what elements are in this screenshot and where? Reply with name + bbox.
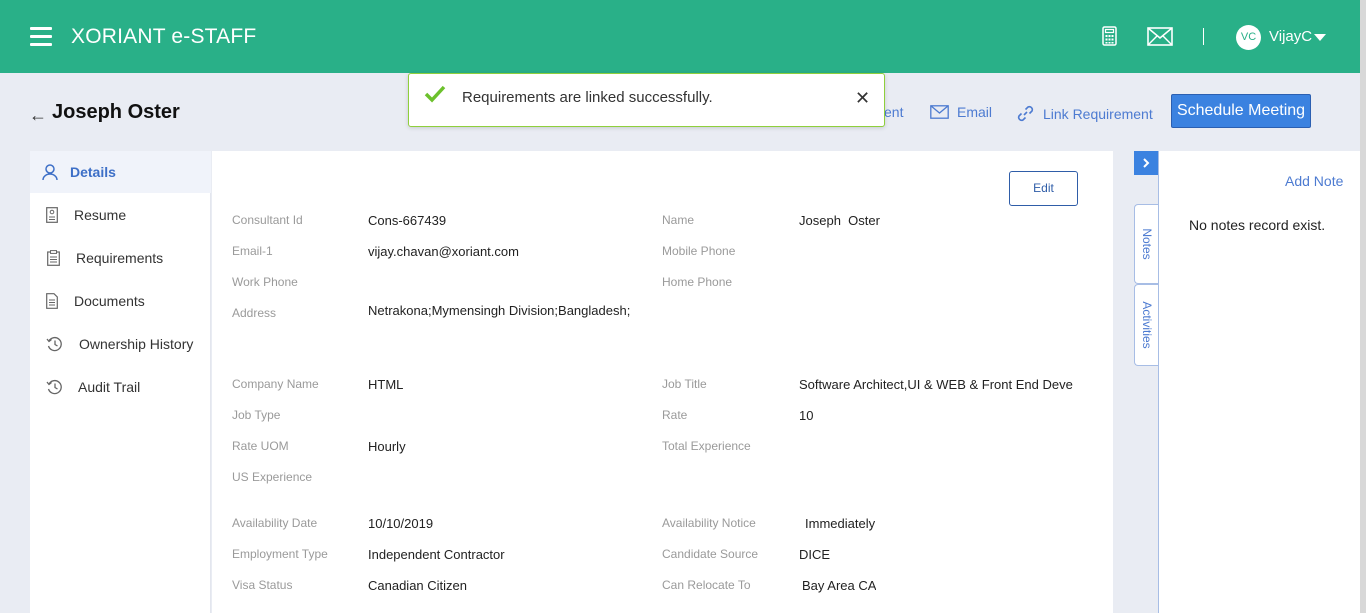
details-panel: Edit Consultant Id Cons-667439 Name Jose… (212, 151, 1113, 613)
menu-icon[interactable] (30, 27, 52, 47)
field-label: US Experience (232, 470, 313, 484)
app-header: XORIANT e-STAFF VC VijayC (0, 0, 1360, 73)
field-value: Netrakona;Mymensingh Division;Bangladesh… (368, 303, 631, 318)
user-icon (42, 163, 58, 180)
field-value: Bay Area CA (802, 578, 877, 593)
sidebar-item-details[interactable]: Details (30, 151, 211, 193)
sidebar-item-ownership-history[interactable]: Ownership History (30, 323, 211, 365)
chevron-down-icon[interactable] (1314, 34, 1326, 41)
field-value: Hourly (368, 439, 406, 454)
email-button[interactable]: Email (930, 104, 992, 120)
field-label: Address (232, 306, 277, 320)
field-label: Email-1 (232, 244, 273, 258)
success-toast: Requirements are linked successfully. ✕ (408, 73, 885, 127)
close-icon[interactable]: ✕ (855, 88, 870, 109)
resume-icon (46, 207, 58, 223)
field-value: 10 (799, 408, 814, 423)
partial-action-link[interactable]: ent (884, 104, 903, 120)
field-value: Immediately (805, 516, 876, 531)
field-label: Mobile Phone (662, 244, 736, 258)
sidebar-item-resume[interactable]: Resume (30, 194, 211, 236)
field-label: Company Name (232, 377, 319, 391)
field-label: Work Phone (232, 275, 298, 289)
scrollbar[interactable] (1360, 0, 1366, 613)
history-icon (45, 379, 62, 395)
calculator-icon[interactable] (1102, 26, 1118, 46)
tab-notes-label: Notes (1140, 228, 1154, 260)
field-value: Joseph Oster (799, 213, 880, 228)
empty-notes-message: No notes record exist. (1189, 217, 1326, 233)
field-label: Visa Status (232, 578, 293, 592)
sidebar-item-label: Audit Trail (78, 379, 141, 395)
field-label: Rate UOM (232, 439, 289, 453)
partial-action-label: ent (884, 104, 904, 120)
tab-activities[interactable]: Activities (1134, 284, 1159, 366)
page-title: Joseph Oster (52, 101, 180, 123)
username[interactable]: VijayC (1269, 28, 1312, 45)
field-label: Consultant Id (232, 213, 303, 227)
header-divider (1203, 28, 1204, 45)
add-note-link[interactable]: Add Note (1285, 173, 1343, 189)
field-value: Cons-667439 (368, 213, 447, 228)
notes-panel: Add Note No notes record exist. (1158, 151, 1360, 613)
field-value: vijay.chavan@xoriant.com (368, 244, 519, 259)
avatar[interactable]: VC (1236, 25, 1261, 50)
schedule-meeting-button[interactable]: Schedule Meeting (1171, 94, 1311, 128)
field-value: DICE (799, 547, 831, 562)
link-requirement-label: Link Requirement (1043, 105, 1153, 122)
field-label: Can Relocate To (662, 578, 751, 592)
field-label: Employment Type (232, 547, 328, 561)
sidebar-item-label: Resume (74, 207, 127, 223)
sidebar-item-requirements[interactable]: Requirements (30, 237, 211, 279)
field-label: Job Title (662, 377, 707, 391)
envelope-icon (930, 105, 949, 119)
sidebar-item-label: Documents (74, 293, 145, 309)
field-label: Availability Notice (662, 516, 756, 530)
field-label: Total Experience (662, 439, 751, 453)
collapse-panel-button[interactable] (1134, 151, 1158, 175)
history-icon (46, 336, 62, 352)
arrow-left-icon[interactable]: ← (29, 105, 47, 126)
field-label: Candidate Source (662, 547, 759, 561)
sidebar-item-label: Details (70, 164, 116, 180)
field-value: Independent Contractor (368, 547, 505, 562)
field-label: Job Type (232, 408, 281, 422)
field-value: HTML (368, 377, 404, 392)
chevron-right-icon (1143, 158, 1150, 168)
link-requirement-button[interactable]: Link Requirement (1016, 104, 1153, 123)
clipboard-icon (46, 250, 60, 266)
sidebar-item-label: Ownership History (79, 336, 194, 352)
edit-button[interactable]: Edit (1009, 171, 1078, 206)
mail-icon[interactable] (1147, 27, 1173, 46)
link-icon (1017, 105, 1034, 122)
sidebar-nav: Details Resume Requirements Documents Ow… (30, 151, 211, 613)
sidebar-item-documents[interactable]: Documents (30, 280, 211, 322)
field-label: Rate (662, 408, 688, 422)
tab-notes[interactable]: Notes (1134, 204, 1159, 284)
field-label: Home Phone (662, 275, 733, 289)
sidebar-item-audit-trail[interactable]: Audit Trail (30, 366, 211, 408)
field-value: Software Architect,UI & WEB & Front End … (799, 377, 1073, 392)
checkmark-icon (424, 85, 446, 103)
sidebar-item-label: Requirements (76, 250, 164, 266)
document-icon (46, 293, 58, 309)
field-value: 10/10/2019 (368, 516, 434, 531)
email-label: Email (957, 104, 993, 120)
app-brand: XORIANT e-STAFF (71, 25, 257, 48)
tab-activities-label: Activities (1140, 301, 1154, 349)
field-value: Canadian Citizen (368, 578, 468, 593)
toast-message: Requirements are linked successfully. (462, 89, 713, 106)
field-label: Name (662, 213, 695, 227)
field-label: Availability Date (232, 516, 318, 530)
